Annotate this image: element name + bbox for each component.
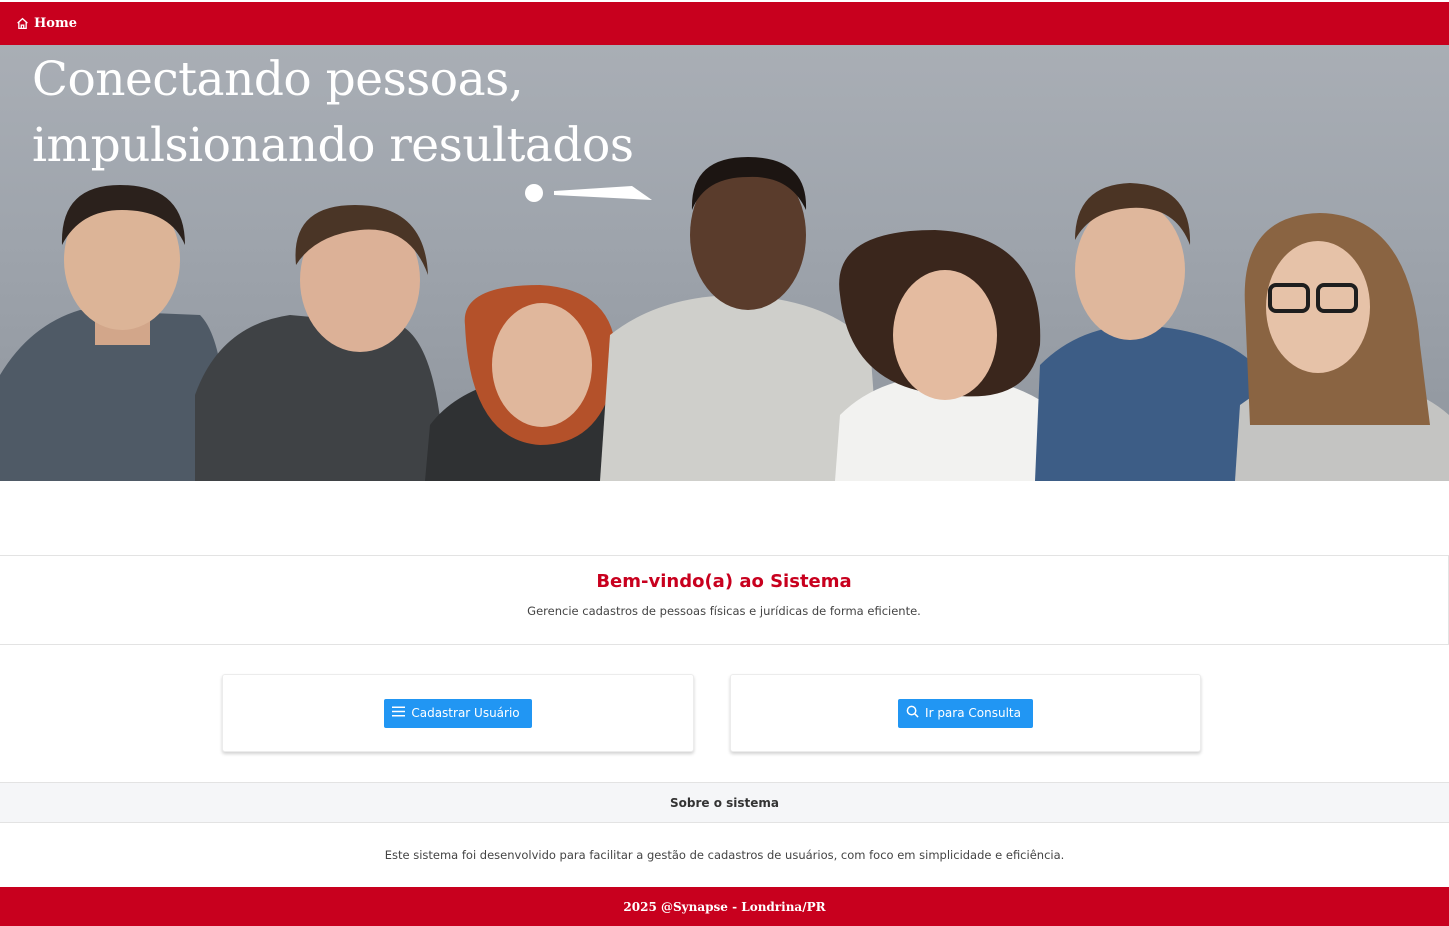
search-icon [906, 705, 919, 721]
home-icon [16, 17, 29, 30]
hero-title-line2: impulsionando resultados [32, 118, 634, 173]
register-card: Cadastrar Usuário [222, 674, 694, 752]
top-navbar: Home [0, 2, 1449, 45]
welcome-section: Bem-vindo(a) ao Sistema Gerencie cadastr… [0, 555, 1449, 645]
footer: 2025 @Synapse - Londrina/PR [0, 887, 1449, 926]
footer-text: 2025 @Synapse - Londrina/PR [623, 899, 826, 914]
hero-title-line1: Conectando pessoas, [32, 52, 524, 107]
about-description: Este sistema foi desenvolvido para facil… [384, 848, 1065, 862]
register-user-label: Cadastrar Usuário [411, 706, 520, 720]
hero-title: Conectando pessoas, impulsionando result… [32, 47, 634, 179]
about-title: Sobre o sistema [669, 795, 779, 810]
menu-icon [392, 706, 406, 720]
go-to-consult-button[interactable]: Ir para Consulta [898, 698, 1033, 728]
home-link[interactable]: Home [16, 16, 77, 31]
register-user-button[interactable]: Cadastrar Usuário [384, 698, 532, 728]
home-label: Home [34, 16, 77, 31]
go-to-consult-label: Ir para Consulta [925, 706, 1021, 720]
hero-accent-decoration [525, 184, 652, 202]
hero-banner: Conectando pessoas, impulsionando result… [0, 45, 1449, 481]
welcome-title: Bem-vindo(a) ao Sistema [596, 571, 852, 592]
about-body: Este sistema foi desenvolvido para facil… [0, 823, 1449, 887]
consult-card: Ir para Consulta [730, 674, 1201, 752]
welcome-subtitle: Gerencie cadastros de pessoas físicas e … [527, 604, 921, 618]
about-header: Sobre o sistema [0, 782, 1449, 823]
